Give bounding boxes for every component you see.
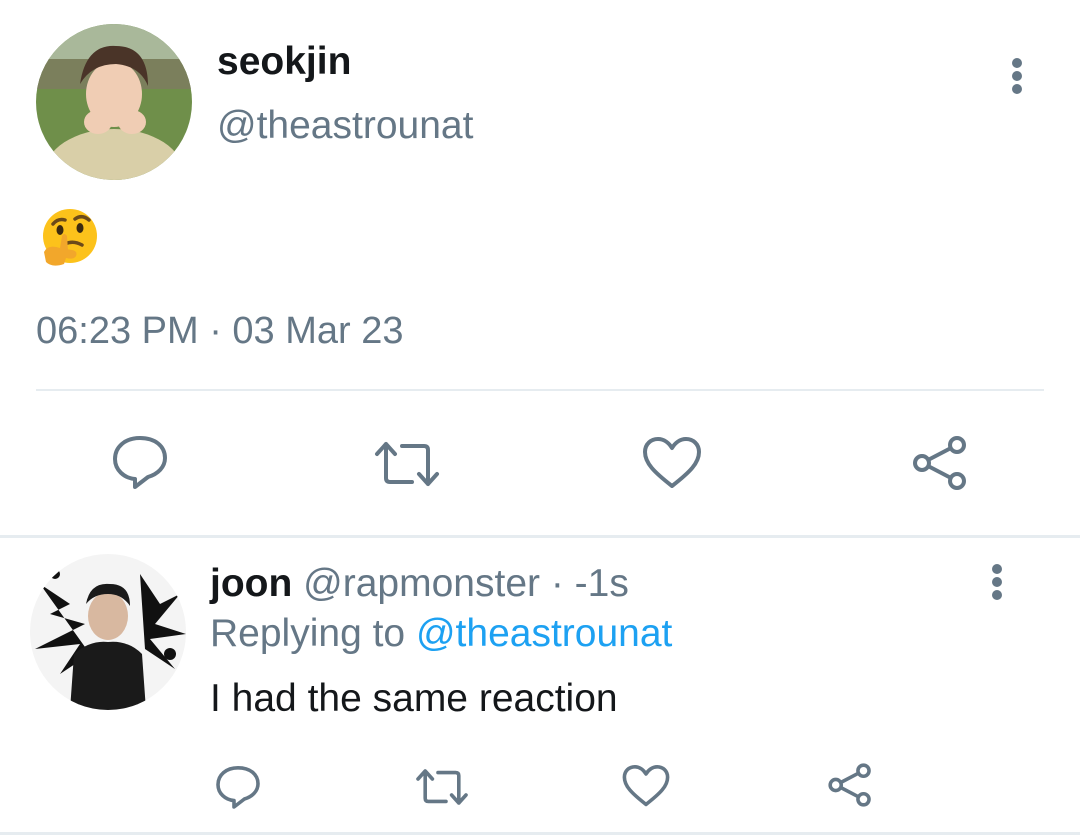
divider [0, 535, 1080, 538]
tweet-timestamp: 06:23 PM · 03 Mar 23 [36, 310, 404, 352]
reply-avatar-photo [30, 554, 186, 710]
more-vertical-icon[interactable] [985, 564, 1009, 600]
reply-author-handle[interactable]: @rapmonster [303, 562, 540, 605]
tweet-detail-screen: seokjin @theastrounat 06:23 PM · 03 Mar … [0, 0, 1080, 837]
divider [36, 389, 1044, 391]
heart-icon[interactable] [622, 764, 670, 808]
divider [0, 832, 1080, 835]
comment-icon[interactable] [214, 764, 262, 810]
retweet-icon[interactable] [414, 766, 470, 808]
reply-avatar[interactable] [30, 554, 186, 710]
share-icon[interactable] [826, 762, 874, 808]
avatar-photo [36, 24, 192, 180]
avatar[interactable] [36, 24, 192, 180]
more-vertical-icon[interactable] [1005, 58, 1029, 94]
retweet-icon[interactable] [372, 438, 442, 490]
reply-author-name[interactable]: joon [210, 562, 292, 605]
reply-separator: · [540, 562, 575, 605]
share-icon[interactable] [910, 434, 970, 492]
reply-age: -1s [574, 562, 629, 605]
author-handle[interactable]: @theastrounat [217, 104, 473, 148]
replying-to: Replying to @theastrounat [210, 612, 672, 656]
thinking-face-emoji [38, 206, 102, 270]
mention-link[interactable]: @theastrounat [416, 612, 672, 655]
replying-label: Replying to [210, 612, 416, 655]
reply-body: I had the same reaction [210, 677, 618, 720]
author-name[interactable]: seokjin [217, 40, 351, 84]
comment-icon[interactable] [110, 434, 170, 490]
reply-header: joon @rapmonster · -1s [210, 562, 629, 606]
heart-icon[interactable] [642, 436, 702, 490]
